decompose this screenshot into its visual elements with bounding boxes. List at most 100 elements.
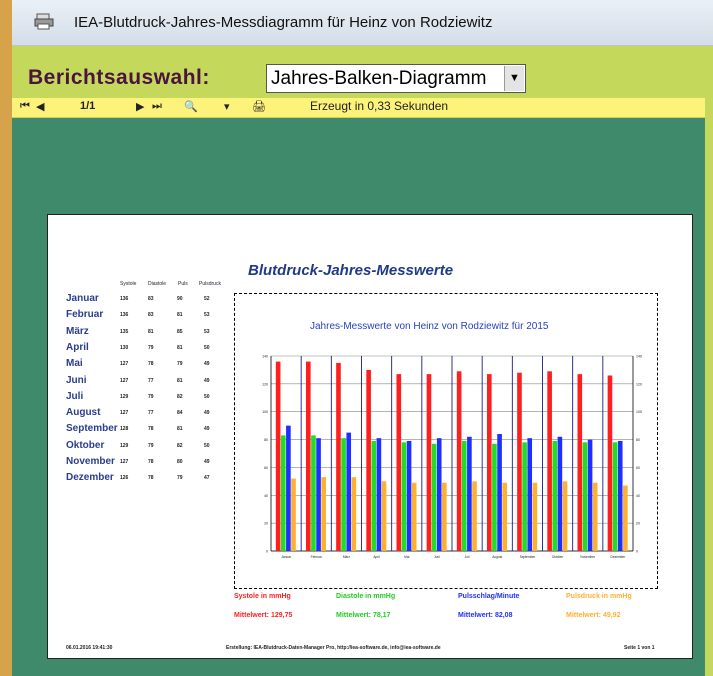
month-value-sys: 128 bbox=[120, 426, 129, 433]
month-label: April bbox=[66, 341, 89, 353]
bar bbox=[517, 372, 522, 551]
x-tick-label: November bbox=[580, 555, 596, 559]
x-tick-label: Mai bbox=[404, 555, 409, 559]
month-label: Juli bbox=[66, 390, 84, 402]
month-value-sys: 136 bbox=[120, 296, 129, 302]
dropdown-arrow-icon[interactable]: ▼ bbox=[504, 66, 524, 91]
render-status: Erzeugt in 0,33 Sekunden bbox=[310, 99, 449, 113]
first-page-icon[interactable]: ⏮ bbox=[20, 100, 30, 113]
bar bbox=[592, 482, 598, 551]
bar bbox=[467, 436, 472, 551]
month-value-sys: 127 bbox=[120, 361, 129, 368]
month-value-pd: 49 bbox=[204, 459, 210, 465]
footer-page: Seite 1 von 1 bbox=[624, 645, 655, 651]
report-page: Blutdruck-Jahres-Messwerte Systole Diast… bbox=[47, 214, 693, 659]
month-value-dia: 77 bbox=[148, 377, 154, 384]
bar bbox=[527, 438, 533, 551]
month-value-pd: 50 bbox=[204, 442, 210, 449]
month-value-sys: 129 bbox=[120, 393, 129, 400]
month-value-dia: 78 bbox=[148, 475, 154, 482]
month-label: Februar bbox=[66, 309, 104, 321]
bar bbox=[522, 442, 527, 551]
print-icon[interactable]: 🖨 bbox=[252, 100, 266, 113]
bar bbox=[305, 361, 311, 551]
month-label: März bbox=[66, 325, 89, 337]
month-value-dia: 83 bbox=[148, 312, 154, 319]
bar bbox=[502, 482, 507, 551]
bar bbox=[587, 439, 593, 551]
month-label: September bbox=[66, 423, 118, 435]
bar bbox=[311, 435, 316, 551]
report-select-value: Jahres-Balken-Diagramm bbox=[271, 68, 487, 89]
month-value-pd: 53 bbox=[204, 328, 210, 335]
y-tick-label: 40 bbox=[264, 494, 268, 498]
bar bbox=[472, 481, 477, 551]
month-value-sys: 135 bbox=[120, 328, 129, 335]
search-icon[interactable]: 🔍 bbox=[184, 100, 198, 113]
bar bbox=[431, 443, 437, 551]
report-select[interactable]: Jahres-Balken-Diagramm ▼ bbox=[266, 64, 526, 93]
y-tick-label: 0 bbox=[266, 550, 268, 554]
month-value-sys: 126 bbox=[120, 475, 129, 482]
month-value-pd: 49 bbox=[204, 410, 210, 417]
month-label: August bbox=[66, 407, 101, 419]
month-value-pul: 79 bbox=[177, 475, 183, 482]
bar bbox=[623, 485, 628, 551]
month-value-pul: 82 bbox=[177, 393, 183, 400]
month-value-pul: 81 bbox=[177, 377, 183, 384]
month-value-dia: 79 bbox=[148, 442, 154, 449]
month-value-pul: 82 bbox=[177, 442, 183, 449]
bar bbox=[442, 482, 447, 551]
month-value-sys: 129 bbox=[120, 442, 129, 449]
month-value-dia: 83 bbox=[148, 296, 154, 302]
bar bbox=[401, 442, 407, 551]
month-value-pd: 53 bbox=[204, 312, 210, 319]
mean-systole: Mittelwert: 129,75 bbox=[234, 612, 293, 619]
bar bbox=[336, 362, 341, 551]
month-label: November bbox=[66, 456, 115, 467]
y-tick-label-right: 120 bbox=[636, 382, 642, 386]
bar bbox=[406, 440, 412, 551]
month-value-pul: 81 bbox=[177, 344, 183, 351]
bar bbox=[346, 432, 352, 551]
legend-pulsdruck: Pulsdruck in mmHg bbox=[566, 593, 632, 600]
y-tick-label-right: 20 bbox=[636, 522, 640, 526]
month-value-pd: 52 bbox=[204, 296, 210, 302]
bar bbox=[486, 374, 492, 551]
month-value-pul: 80 bbox=[177, 459, 183, 465]
bar bbox=[321, 477, 326, 551]
bar bbox=[426, 374, 432, 551]
zoom-dropdown-icon[interactable]: ▾ bbox=[224, 100, 230, 113]
bar bbox=[577, 374, 583, 551]
x-tick-label: Februar bbox=[311, 555, 323, 559]
month-value-dia: 77 bbox=[148, 410, 154, 417]
right-edge bbox=[705, 46, 713, 676]
left-edge bbox=[0, 0, 12, 676]
bar bbox=[396, 374, 402, 551]
bar bbox=[411, 482, 417, 551]
month-label: Dezember bbox=[66, 472, 114, 484]
bar bbox=[456, 371, 462, 551]
footer-credit: Erstellung: IEA-Blutdruck-Daten-Manager … bbox=[226, 645, 441, 651]
x-tick-label: August bbox=[492, 555, 502, 559]
prev-page-icon[interactable]: ◀ bbox=[36, 100, 44, 113]
month-value-pul: 90 bbox=[177, 296, 183, 302]
month-value-pul: 81 bbox=[177, 426, 183, 433]
bar bbox=[497, 434, 502, 551]
bar bbox=[351, 477, 357, 551]
month-value-pd: 47 bbox=[204, 475, 210, 482]
y-tick-label-right: 80 bbox=[636, 438, 640, 442]
month-value-dia: 79 bbox=[148, 393, 154, 400]
x-tick-label: Oktober bbox=[552, 555, 564, 559]
report-title: Blutdruck-Jahres-Messwerte bbox=[248, 262, 454, 279]
window-title: IEA-Blutdruck-Jahres-Messdiagramm für He… bbox=[74, 14, 493, 31]
footer-date: 06.01.2016 19:41:30 bbox=[66, 645, 113, 651]
month-value-dia: 81 bbox=[148, 328, 154, 335]
last-page-icon[interactable]: ⏭ bbox=[152, 100, 162, 113]
next-page-icon[interactable]: ▶ bbox=[136, 100, 144, 113]
legend-diastole: Diastole in mmHg bbox=[336, 593, 396, 600]
bar-chart: 0 0 20 20 40 40 60 60 80 80 100 100 120 120 140 140 Janu… bbox=[262, 355, 642, 560]
mean-puls: Mittelwert: 82,08 bbox=[458, 612, 513, 619]
bar bbox=[461, 440, 467, 551]
bar bbox=[617, 440, 623, 551]
